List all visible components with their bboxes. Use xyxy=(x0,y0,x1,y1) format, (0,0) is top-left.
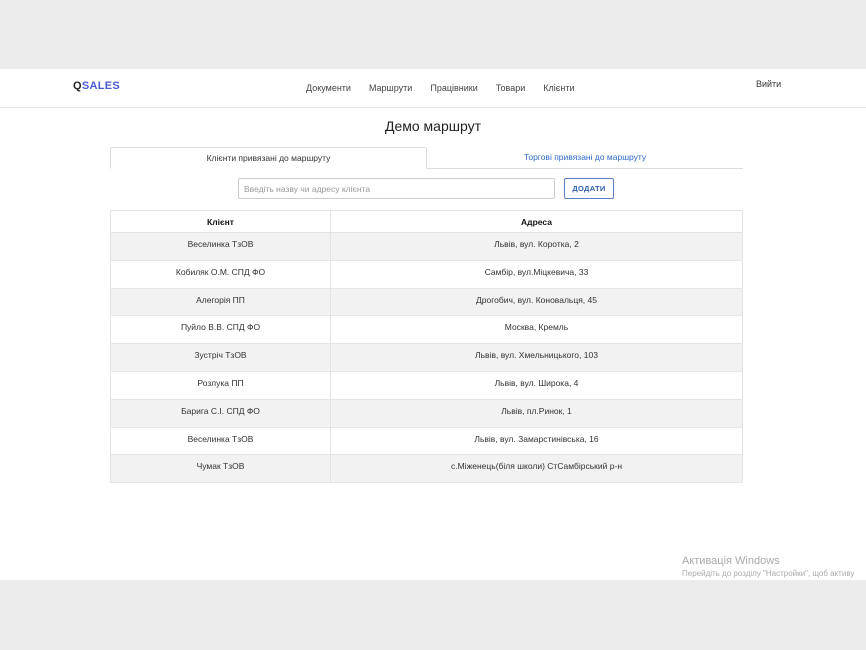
cell-address: Львів, вул. Хмельницького, 103 xyxy=(330,343,743,372)
table-row[interactable]: Пуйло В.В. СПД ФО Москва, Кремль xyxy=(110,315,743,345)
table-row[interactable]: Алегорія ПП Дрогобич, вул. Коновальця, 4… xyxy=(110,288,743,317)
nav-item-routes[interactable]: Маршрути xyxy=(369,83,412,93)
cell-address: Львів, пл.Ринок, 1 xyxy=(330,399,743,428)
navbar: QSALES Документи Маршрути Працівники Тов… xyxy=(0,69,866,108)
cell-address: Москва, Кремль xyxy=(330,315,743,345)
table-row[interactable]: Чумак ТзОВ с.Міженець(біля школи) СтСамб… xyxy=(110,454,743,484)
clients-table: Клієнт Адреса Веселинка ТзОВ Львів, вул.… xyxy=(110,210,743,484)
windows-activation-watermark: Активація Windows Перейдіть до розділу "… xyxy=(682,555,854,578)
logout-link[interactable]: Вийти xyxy=(756,79,781,89)
column-header-address[interactable]: Адреса xyxy=(330,210,743,233)
table-row[interactable]: Веселинка ТзОВ Львів, вул. Замарстинівсь… xyxy=(110,427,743,456)
cell-client: Розлука ПП xyxy=(110,371,331,400)
brand-logo[interactable]: QSALES xyxy=(73,80,120,92)
nav-item-clients[interactable]: Клієнти xyxy=(543,83,574,93)
cell-client: Кобиляк О.М. СПД ФО xyxy=(110,260,331,289)
cell-client: Пуйло В.В. СПД ФО xyxy=(110,315,331,345)
cell-address: с.Міженець(біля школи) СтСамбірський р-н xyxy=(330,454,743,484)
table-row[interactable]: Барига С.І. СПД ФО Львів, пл.Ринок, 1 xyxy=(110,399,743,428)
cell-client: Барига С.І. СПД ФО xyxy=(110,399,331,428)
page-title: Демо маршрут xyxy=(384,118,482,134)
cell-client: Алегорія ПП xyxy=(110,288,331,317)
cell-client: Чумак ТзОВ xyxy=(110,454,331,484)
table-row[interactable]: Зустріч ТзОВ Львів, вул. Хмельницького, … xyxy=(110,343,743,372)
page: QSALES Документи Маршрути Працівники Тов… xyxy=(0,69,866,580)
main-nav: Документи Маршрути Працівники Товари Клі… xyxy=(306,83,574,93)
cell-address: Дрогобич, вул. Коновальця, 45 xyxy=(330,288,743,317)
cell-address: Львів, вул. Замарстинівська, 16 xyxy=(330,427,743,456)
tab-sales-reps[interactable]: Торгові привязані до маршруту xyxy=(427,147,743,169)
client-search-input[interactable] xyxy=(238,178,555,199)
table-row[interactable]: Веселинка ТзОВ Львів, вул. Коротка, 2 xyxy=(110,232,743,261)
nav-item-employees[interactable]: Працівники xyxy=(430,83,477,93)
cell-address: Львів, вул. Широка, 4 xyxy=(330,371,743,400)
table-row[interactable]: Кобиляк О.М. СПД ФО Самбір, вул.Міцкевич… xyxy=(110,260,743,289)
tabs: Клієнти привязані до маршруту Торгові пр… xyxy=(110,147,743,169)
nav-item-products[interactable]: Товари xyxy=(496,83,526,93)
brand-sales: SALES xyxy=(81,80,121,92)
watermark-title: Активація Windows xyxy=(682,555,780,567)
add-button[interactable]: ДОДАТИ xyxy=(564,178,614,199)
nav-item-documents[interactable]: Документи xyxy=(306,83,351,93)
brand-q: Q xyxy=(73,80,82,92)
table-header-row: Клієнт Адреса xyxy=(110,210,743,233)
cell-client: Зустріч ТзОВ xyxy=(110,343,331,372)
tab-clients[interactable]: Клієнти привязані до маршруту xyxy=(110,147,427,169)
column-header-client[interactable]: Клієнт xyxy=(110,210,331,233)
cell-client: Веселинка ТзОВ xyxy=(110,427,331,456)
cell-address: Самбір, вул.Міцкевича, 33 xyxy=(330,260,743,289)
table-row[interactable]: Розлука ПП Львів, вул. Широка, 4 xyxy=(110,371,743,400)
cell-client: Веселинка ТзОВ xyxy=(110,232,331,261)
cell-address: Львів, вул. Коротка, 2 xyxy=(330,232,743,261)
watermark-subtitle: Перейдіть до розділу "Настройки", щоб ак… xyxy=(682,569,855,578)
